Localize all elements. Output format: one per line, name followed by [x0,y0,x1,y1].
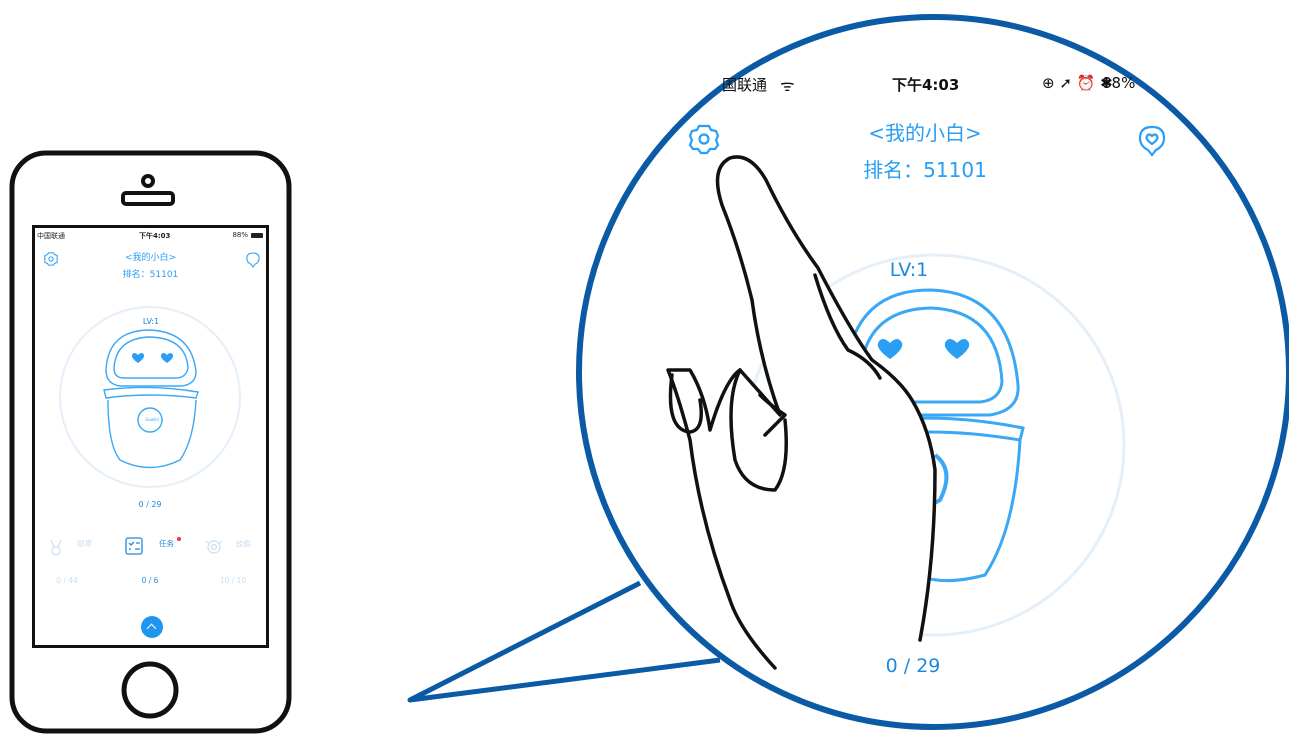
carrier-label: 中国联通 [37,232,65,240]
xp-progress: 0 / 29 [138,500,162,509]
notification-dot [177,537,181,541]
rank-label: 排名：51101 [122,270,179,280]
stat-count-medals: 0 / 44 [56,576,78,585]
stat-label-tasks[interactable]: 任务 [159,538,174,549]
status-time: 下午4:03 [139,232,171,240]
pet-name: <我的小白> [124,253,177,263]
rank-label-magnified: 排名：51101 [863,158,987,182]
carrier-label-magnified: 国联通 [722,76,768,94]
battery-percent: 88% [232,231,248,239]
status-time-magnified: 下午4:03 [892,76,960,94]
stat-label-medals[interactable]: 勋章 [77,538,92,549]
status-bar: 中国联通 下午4:03 88% [35,230,266,242]
stat-label-skills[interactable]: 技能 [236,538,251,549]
xp-progress-magnified: 0 / 29 [885,655,941,677]
phone-screen: 中国联通 下午4:03 88% <我的小白> 排名：51101 LV:1 Gow… [32,225,269,648]
pet-name-magnified: <我的小白> [868,121,982,145]
stat-count-skills: 10 / 10 [219,576,247,585]
robot-badge-text: Gowild [145,417,159,422]
battery-icon [251,233,263,238]
level-label-magnified: LV:1 [889,259,929,281]
stat-count-tasks: 0 / 6 [141,576,159,585]
battery-percent-magnified: 88% [1102,74,1136,92]
chevron-up-icon[interactable] [141,616,163,638]
wifi-icon-magnified: ᯤ [780,76,795,95]
level-label: LV:1 [142,317,160,326]
